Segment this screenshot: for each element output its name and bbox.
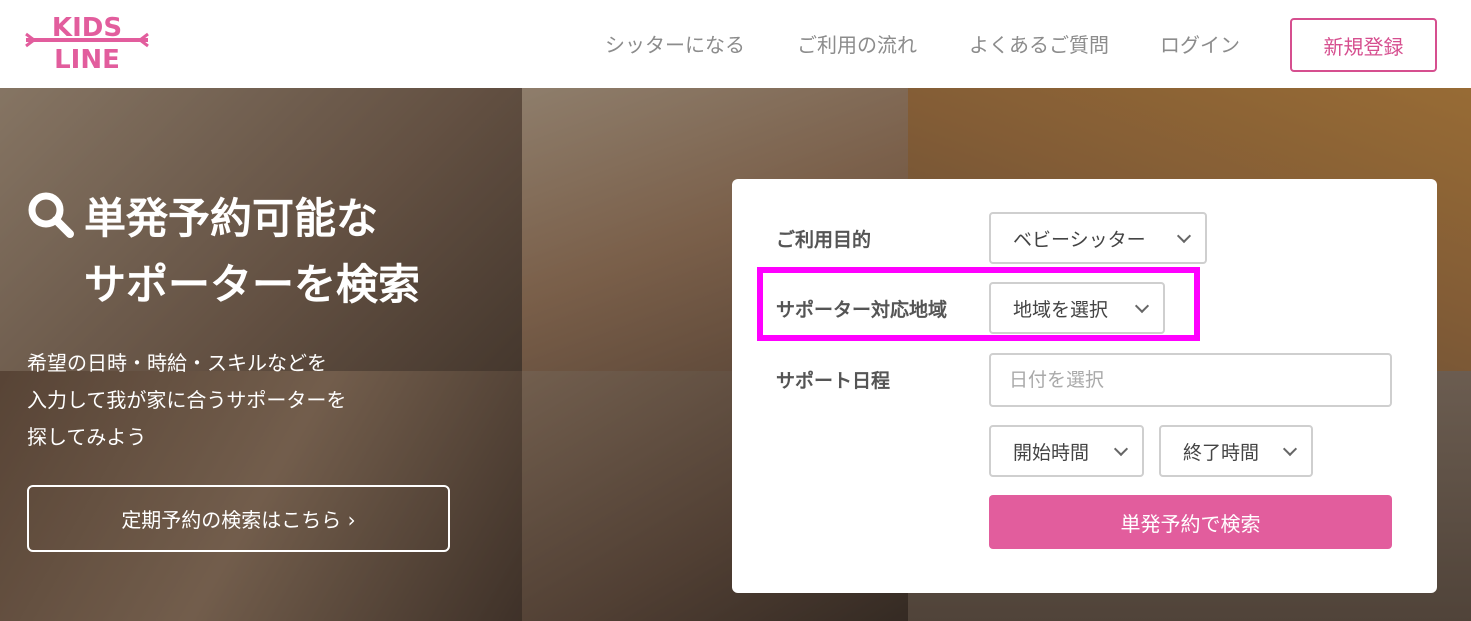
nav-become-sitter[interactable]: シッターになる — [605, 29, 745, 58]
hero-desc-line1: 希望の日時・時給・スキルなどを — [27, 351, 327, 375]
nav-login[interactable]: ログイン — [1160, 29, 1240, 58]
chevron-down-icon — [1282, 441, 1298, 457]
regular-booking-search-button[interactable]: 定期予約の検索はこちら › — [27, 485, 450, 552]
end-time-select[interactable]: 終了時間 — [1159, 425, 1313, 477]
chevron-down-icon — [1113, 441, 1129, 457]
purpose-select-value: ベビーシッター — [1013, 228, 1146, 251]
hero-title-line1: 単発予約可能な — [84, 194, 379, 243]
start-time-select[interactable]: 開始時間 — [989, 425, 1144, 477]
chevron-down-icon — [1176, 228, 1192, 244]
hero-desc-line3: 探してみよう — [27, 425, 147, 449]
logo-text-bottom: LINE — [54, 45, 120, 74]
hero-desc-line2: 入力して我が家に合うサポーターを — [27, 388, 347, 412]
purpose-select[interactable]: ベビーシッター — [989, 212, 1207, 264]
logo-text-top: KIDS — [52, 13, 122, 43]
start-time-value: 開始時間 — [1013, 441, 1090, 464]
schedule-label: サポート日程 — [776, 370, 891, 392]
highlight-box — [757, 267, 1200, 341]
purpose-label: ご利用目的 — [776, 229, 872, 251]
site-header: KIDS LINE シッターになる ご利用の流れ よくあるご質問 ログイン 新規… — [0, 0, 1471, 88]
nav-how-it-works[interactable]: ご利用の流れ — [797, 29, 917, 58]
hero-title: 単発予約可能な サポーターを検索 — [26, 186, 420, 318]
signup-button[interactable]: 新規登録 — [1290, 18, 1437, 72]
date-input[interactable] — [989, 353, 1392, 407]
hero-title-line2: サポーターを検索 — [84, 260, 421, 309]
nav-faq[interactable]: よくあるご質問 — [969, 29, 1109, 58]
end-time-value: 終了時間 — [1183, 441, 1260, 464]
single-booking-search-button[interactable]: 単発予約で検索 — [989, 495, 1392, 549]
kidsline-logo[interactable]: KIDS LINE — [24, 8, 150, 74]
hero-description: 希望の日時・時給・スキルなどを 入力して我が家に合うサポーターを 探してみよう — [27, 345, 346, 456]
